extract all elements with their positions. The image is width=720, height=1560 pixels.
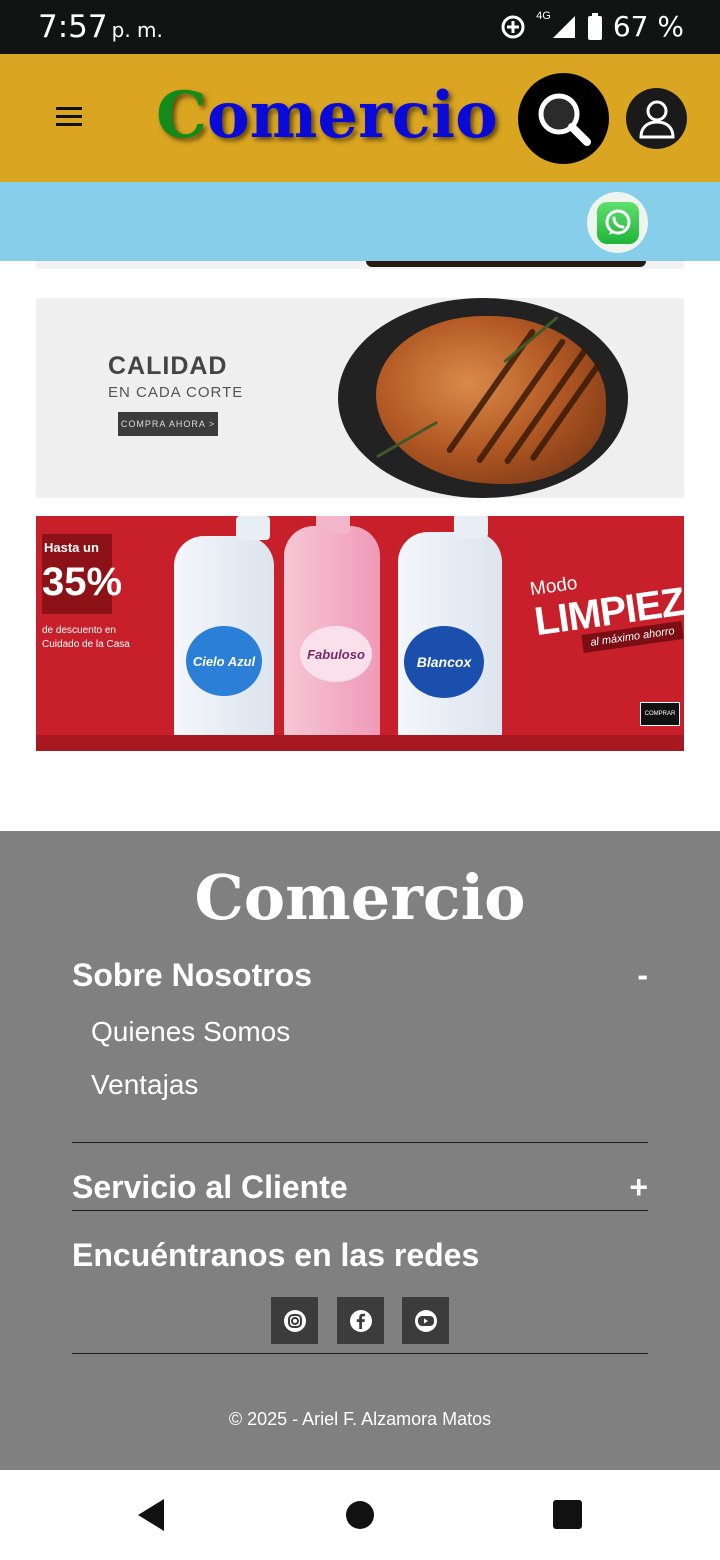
site-header: Comercio	[0, 54, 720, 182]
site-footer: Comercio Sobre Nosotros - Quienes Somos …	[0, 831, 720, 1470]
status-time: 7:57	[38, 9, 108, 45]
expand-toggle[interactable]: +	[629, 1169, 648, 1206]
status-clock: 7:57 p. m.	[38, 9, 163, 45]
accordion-sobre-nosotros-title: Sobre Nosotros	[72, 957, 313, 993]
accordion-servicio-cliente-title: Servicio al Cliente	[72, 1169, 348, 1205]
banner-limpieza[interactable]: Hasta un 35% de descuento en Cuidado de …	[36, 516, 684, 751]
banner-partial[interactable]	[36, 261, 684, 269]
copyright: © 2025 - Ariel F. Alzamora Matos	[228, 1409, 492, 1429]
recents-icon	[553, 1500, 582, 1529]
network-label: 4G	[536, 10, 551, 22]
instagram-icon	[283, 1309, 306, 1332]
user-button[interactable]	[626, 88, 687, 149]
link-ventajas[interactable]: Ventajas	[91, 1069, 198, 1101]
instagram-button[interactable]	[271, 1297, 318, 1344]
search-icon	[538, 93, 591, 146]
whatsapp-button[interactable]	[587, 192, 648, 253]
search-button[interactable]	[518, 73, 609, 164]
social-title: Encuéntranos en las redes	[72, 1237, 480, 1273]
battery-percent: 67 %	[612, 10, 684, 43]
signal-icon	[552, 15, 575, 38]
divider	[72, 1210, 648, 1211]
footer-logo: Comercio	[194, 861, 526, 934]
product-label-fabuloso: Fabuloso	[300, 626, 372, 682]
product-label-blancox: Blancox	[404, 626, 484, 698]
site-logo[interactable]: Comercio	[156, 78, 498, 153]
youtube-button[interactable]	[402, 1297, 449, 1344]
logo-rest: omercio	[206, 78, 498, 153]
back-icon	[138, 1499, 164, 1531]
promo-value: 35%	[42, 560, 123, 604]
banner-calidad-subtitle: EN CADA CORTE	[108, 384, 244, 401]
divider	[72, 1142, 648, 1143]
contact-strip	[0, 182, 720, 261]
banner-calidad-button[interactable]: COMPRA AHORA >	[118, 412, 218, 436]
home-icon	[346, 1501, 374, 1529]
home-button[interactable]	[346, 1501, 374, 1534]
promo-description: de descuento en Cuidado de la Casa	[42, 625, 130, 650]
status-icons: 4G 67 %	[500, 10, 684, 43]
facebook-icon	[349, 1309, 372, 1332]
banner-calidad-title: CALIDAD	[108, 352, 228, 380]
user-icon	[638, 100, 675, 138]
youtube-icon	[414, 1309, 437, 1332]
status-time-suffix: p. m.	[111, 18, 163, 42]
battery-icon	[587, 12, 602, 40]
limpieza-buy-button[interactable]: COMPRAR	[640, 702, 680, 726]
link-quienes-somos[interactable]: Quienes Somos	[91, 1016, 290, 1048]
sync-icon	[501, 15, 525, 38]
banner-calidad[interactable]: CALIDAD EN CADA CORTE COMPRA AHORA >	[36, 298, 684, 498]
whatsapp-icon	[596, 201, 639, 244]
divider	[72, 1353, 648, 1354]
status-bar: 7:57 p. m. 4G 67 %	[0, 0, 720, 54]
facebook-button[interactable]	[337, 1297, 384, 1344]
promo-prefix: Hasta un	[44, 540, 99, 555]
system-navigation-bar	[0, 1470, 720, 1560]
back-button[interactable]	[136, 1497, 168, 1538]
recents-button[interactable]	[553, 1500, 582, 1534]
accordion-sobre-nosotros[interactable]: Sobre Nosotros -	[72, 957, 648, 994]
accordion-servicio-cliente[interactable]: Servicio al Cliente +	[72, 1169, 648, 1206]
product-label-cielo-azul: Cielo Azul	[186, 626, 262, 696]
collapse-toggle[interactable]: -	[637, 957, 648, 994]
menu-icon[interactable]	[52, 102, 86, 132]
logo-first-letter: C	[156, 78, 207, 153]
